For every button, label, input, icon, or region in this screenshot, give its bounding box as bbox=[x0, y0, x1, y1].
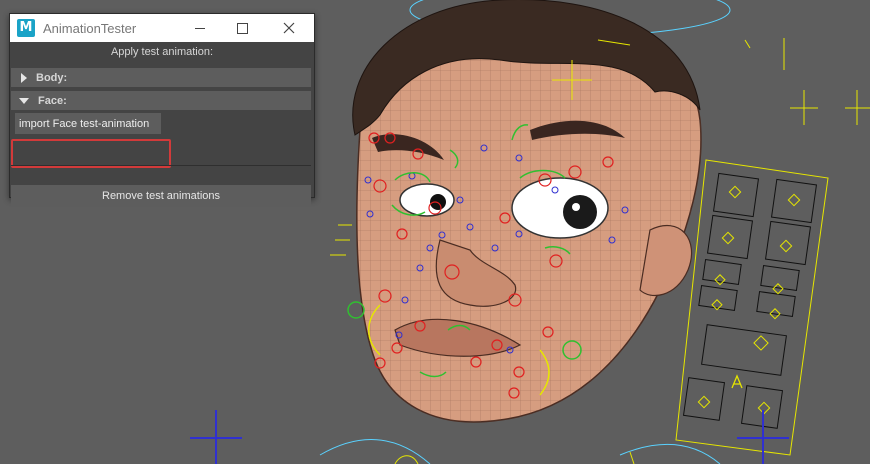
import-face-animation-button[interactable]: import Face test-animation bbox=[15, 113, 161, 134]
face-frame-header[interactable]: Face: bbox=[11, 91, 311, 110]
highlight-box bbox=[11, 139, 171, 168]
body-frame-header[interactable]: Body: bbox=[11, 68, 311, 87]
divider bbox=[11, 165, 311, 166]
maximize-icon bbox=[236, 22, 248, 34]
minimize-button[interactable] bbox=[177, 14, 223, 42]
face-frame-label: Face: bbox=[38, 94, 67, 107]
animation-tester-window: M AnimationTester Apply test animation: … bbox=[9, 13, 315, 206]
window-title: AnimationTester bbox=[43, 20, 137, 36]
neck-control-curve[interactable] bbox=[319, 439, 431, 464]
maya-icon: M bbox=[17, 19, 35, 37]
window-titlebar[interactable]: M AnimationTester bbox=[10, 14, 314, 42]
triangle-down-icon bbox=[19, 97, 29, 104]
window-content: Apply test animation: Body: Face: import… bbox=[10, 42, 314, 206]
minimize-icon bbox=[195, 27, 205, 29]
body-frame-label: Body: bbox=[36, 71, 68, 84]
maximize-button[interactable] bbox=[219, 14, 265, 42]
close-icon bbox=[283, 22, 295, 34]
apply-test-animation-label: Apply test animation: bbox=[110, 46, 214, 58]
remove-test-animations-button[interactable]: Remove test animations bbox=[11, 185, 311, 206]
facial-slider-panel[interactable] bbox=[675, 159, 829, 456]
triangle-right-icon bbox=[21, 72, 27, 83]
close-button[interactable] bbox=[266, 14, 312, 42]
left-eye bbox=[399, 183, 455, 217]
